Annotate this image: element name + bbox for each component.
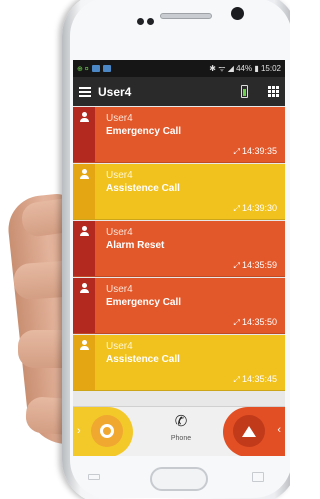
event-list: User4 Emergency Call ⤢ 14:39:35 User4 Ass… — [73, 106, 285, 391]
status-right: ✱ ᯤ ◢ 44% ▮ 15:02 — [209, 64, 281, 73]
card-user: User4 — [106, 170, 133, 181]
card-user: User4 — [106, 227, 133, 238]
card-user: User4 — [106, 341, 133, 352]
sensor-dots — [137, 12, 157, 30]
battery-icon[interactable] — [241, 85, 248, 98]
recent-apps-key[interactable] — [88, 474, 100, 480]
warning-triangle-icon[interactable] — [233, 415, 265, 447]
menu-icon[interactable] — [79, 86, 91, 97]
circle-button-icon[interactable] — [91, 415, 123, 447]
person-icon — [79, 283, 89, 293]
phone-icon: ✆ — [174, 413, 188, 430]
card-time: ⤢ 14:35:45 — [233, 374, 277, 384]
event-card[interactable]: User4 Assistence Call ⤢ 14:39:30 — [73, 164, 285, 220]
card-time: ⤢ 14:35:59 — [233, 260, 277, 270]
chevron-left-icon: ‹ — [277, 424, 281, 436]
person-icon — [79, 112, 89, 122]
time-icon: ⤢ — [233, 204, 240, 213]
card-event: Assistence Call — [106, 183, 180, 194]
time-icon: ⤢ — [233, 375, 240, 384]
bottom-nav: › ✆ Phone ‹ — [73, 406, 285, 456]
card-user: User4 — [106, 113, 133, 124]
front-camera — [231, 7, 244, 20]
phone-label: Phone — [170, 435, 192, 442]
card-user: User4 — [106, 284, 133, 295]
person-icon — [79, 340, 89, 350]
card-time: ⤢ 14:39:35 — [233, 146, 277, 156]
person-icon — [79, 169, 89, 179]
app-bar: User4 — [73, 77, 285, 106]
card-event: Alarm Reset — [106, 240, 165, 251]
time-icon: ⤢ — [233, 261, 240, 270]
time-icon: ⤢ — [233, 147, 240, 156]
page-title: User4 — [98, 84, 132, 99]
time-icon: ⤢ — [233, 318, 240, 327]
event-card[interactable]: User4 Emergency Call ⤢ 14:39:35 — [73, 107, 285, 163]
event-card[interactable]: User4 Emergency Call ⤢ 14:35:50 — [73, 278, 285, 334]
card-event: Emergency Call — [106, 297, 182, 308]
card-time: ⤢ 14:39:30 — [233, 203, 277, 213]
event-card[interactable]: User4 Assistence Call ⤢ 14:35:45 — [73, 335, 285, 391]
person-icon — [79, 226, 89, 236]
app-notification-icon — [91, 65, 100, 72]
assist-call-panel[interactable]: › — [73, 407, 133, 456]
event-card[interactable]: User4 Alarm Reset ⤢ 14:35:59 — [73, 221, 285, 277]
grid-icon[interactable] — [268, 86, 279, 97]
photo-stage: ⊕ ¤ ✱ ᯤ ◢ 44% ▮ 15:02 User4 User4 Emerge… — [0, 0, 290, 499]
card-event: Assistence Call — [106, 354, 180, 365]
earpiece-speaker — [160, 13, 212, 19]
card-time: ⤢ 14:35:50 — [233, 317, 277, 327]
back-key[interactable] — [252, 472, 264, 482]
chevron-right-icon: › — [77, 425, 81, 437]
home-button[interactable] — [150, 467, 208, 491]
notification-icons: ⊕ ¤ — [77, 65, 89, 73]
phone-button[interactable]: ✆ Phone — [161, 413, 201, 442]
status-bar: ⊕ ¤ ✱ ᯤ ◢ 44% ▮ 15:02 — [73, 60, 285, 77]
card-event: Emergency Call — [106, 126, 182, 137]
app-screen: ⊕ ¤ ✱ ᯤ ◢ 44% ▮ 15:02 User4 User4 Emerge… — [73, 60, 285, 456]
app-notification-icon — [102, 65, 111, 72]
emergency-call-panel[interactable]: ‹ — [223, 407, 285, 456]
